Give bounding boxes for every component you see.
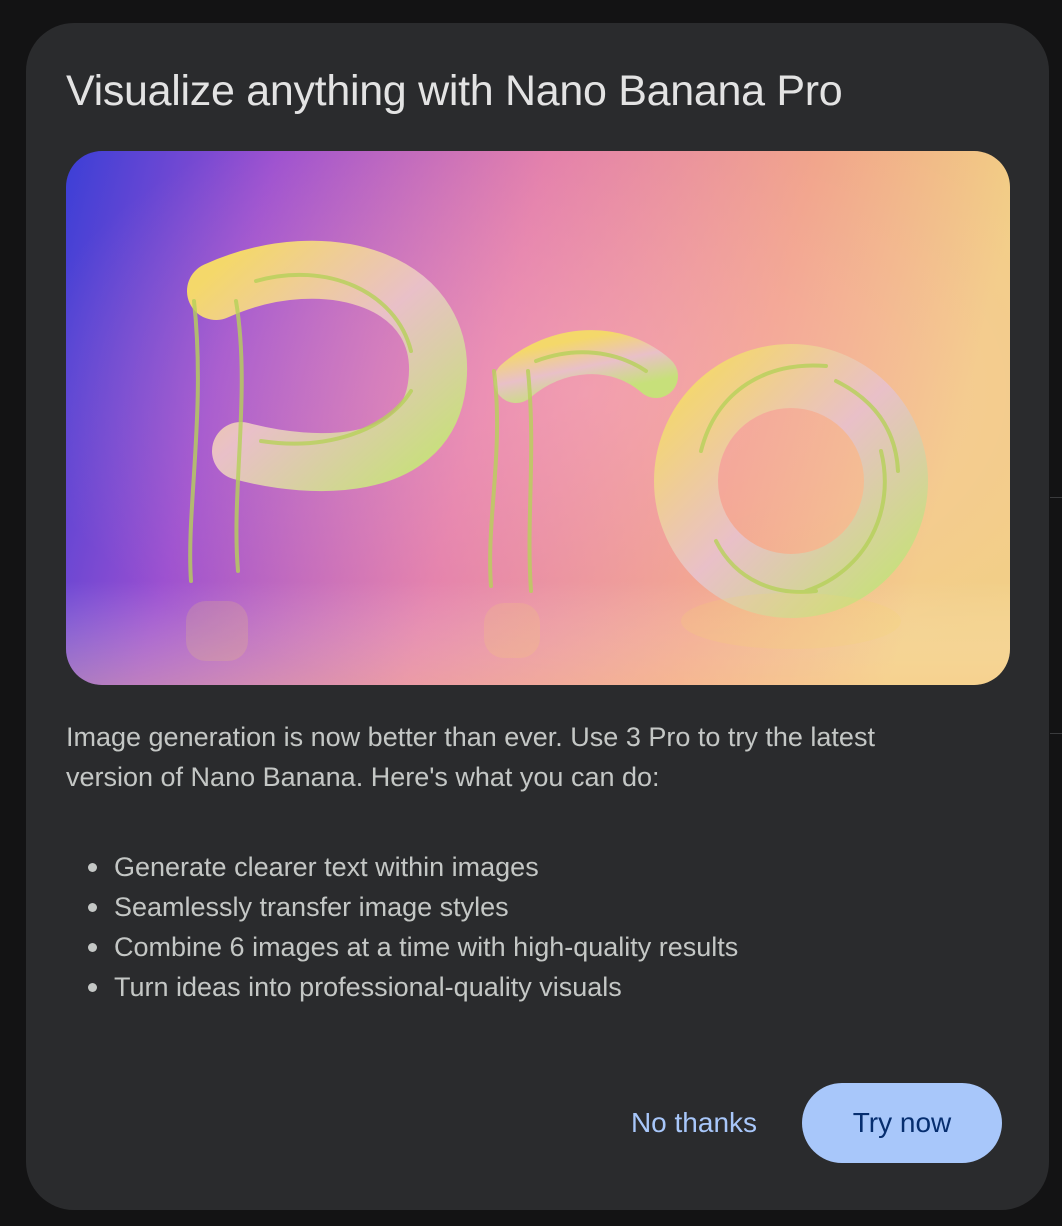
hero-image xyxy=(66,151,1010,685)
promo-dialog: Visualize anything with Nano Banana Pro xyxy=(26,23,1049,1210)
bullet-icon xyxy=(88,863,97,872)
feature-text: Turn ideas into professional-quality vis… xyxy=(114,972,622,1002)
list-item: Seamlessly transfer image styles xyxy=(66,887,738,927)
list-item: Generate clearer text within images xyxy=(66,847,738,887)
list-item: Turn ideas into professional-quality vis… xyxy=(66,967,738,1007)
dialog-title: Visualize anything with Nano Banana Pro xyxy=(66,67,843,115)
try-now-button[interactable]: Try now xyxy=(802,1083,1002,1163)
bullet-icon xyxy=(88,983,97,992)
list-item: Combine 6 images at a time with high-qua… xyxy=(66,927,738,967)
dialog-description: Image generation is now better than ever… xyxy=(66,722,875,792)
feature-text: Combine 6 images at a time with high-qua… xyxy=(114,932,739,962)
feature-list: Generate clearer text within images Seam… xyxy=(66,847,738,1007)
feature-text: Generate clearer text within images xyxy=(114,852,539,882)
background-divider xyxy=(1050,733,1062,734)
bullet-icon xyxy=(88,943,97,952)
bullet-icon xyxy=(88,903,97,912)
background-divider xyxy=(1050,497,1062,498)
no-thanks-button[interactable]: No thanks xyxy=(612,1083,776,1163)
feature-text: Seamlessly transfer image styles xyxy=(114,892,509,922)
